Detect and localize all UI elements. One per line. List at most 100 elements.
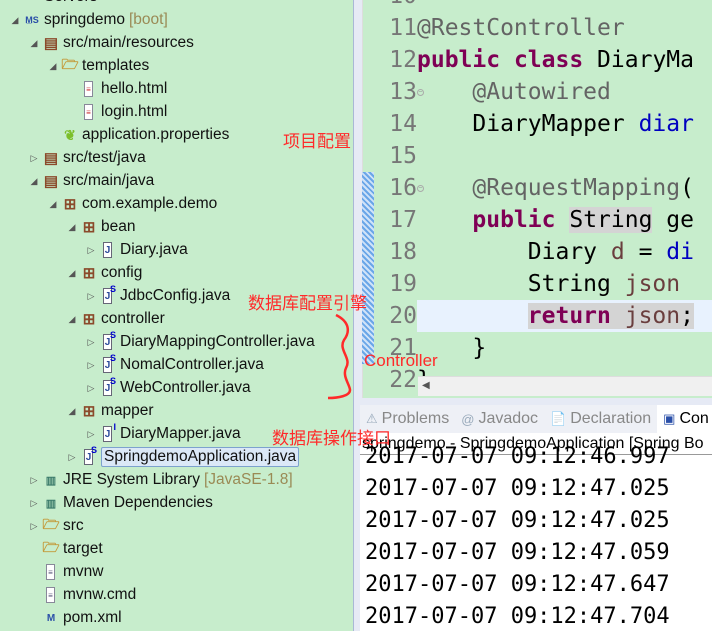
code-line[interactable]: @RestController xyxy=(417,12,625,44)
tree-item-label: DiaryMapper.java xyxy=(120,425,241,442)
tree-item[interactable]: ≡ hello.html xyxy=(66,78,167,100)
tree-item-label: templates xyxy=(82,57,150,74)
code-line[interactable]: public class DiaryMa xyxy=(417,44,694,76)
folder-icon: 🗁 xyxy=(42,539,60,555)
tree-item[interactable]: ▷ J S NomalController.java xyxy=(85,353,264,376)
tab-con[interactable]: ▣ Con xyxy=(657,405,712,433)
tree-toggle-collapsed-icon[interactable]: ▷ xyxy=(85,337,97,348)
tree-item-label: com.example.demo xyxy=(82,195,218,212)
tree-item[interactable]: ▷ J Diary.java xyxy=(85,239,188,261)
tree-item[interactable]: ▷ J S JdbcConfig.java xyxy=(85,284,231,307)
tree-item[interactable]: ▷ 🗁 src xyxy=(28,515,84,537)
spring-java-file-icon: JS xyxy=(100,376,116,396)
tree-toggle-collapsed-icon[interactable]: ▷ xyxy=(85,383,97,394)
tree-item-label: pom.xml xyxy=(63,609,122,626)
console-line: 2017-07-07 09:12:47.025 xyxy=(365,508,670,533)
line-number: 15 xyxy=(389,143,417,169)
code-editor[interactable]: 10 11@RestController12public class DiaryM… xyxy=(362,0,712,398)
line-number: 20 xyxy=(389,303,417,329)
tree-toggle-expanded-icon[interactable]: ◢ xyxy=(66,222,78,233)
tree-item[interactable]: ▷ ▤ src/test/java xyxy=(28,147,146,169)
tree-item[interactable]: ◢ ⊞ mapper xyxy=(66,400,154,422)
tree-toggle-expanded-icon[interactable]: ◢ xyxy=(47,199,59,210)
source-folder-icon: ▤ xyxy=(43,35,59,52)
tree-toggle-expanded-icon[interactable]: ◢ xyxy=(47,61,59,72)
tree-item-label: Maven Dependencies xyxy=(63,494,213,511)
tree-item[interactable]: ◢ ▤ src/main/resources xyxy=(28,32,194,54)
tree-item[interactable]: ▷ J I DiaryMapper.java xyxy=(85,422,241,445)
tree-toggle-expanded-icon[interactable]: ◢ xyxy=(28,176,40,187)
tree-toggle-expanded-icon[interactable]: ◢ xyxy=(28,38,40,49)
tree-item[interactable]: ◢ ⊞ config xyxy=(66,262,143,284)
overview-ruler-selection[interactable] xyxy=(362,172,374,364)
red-brace-mark xyxy=(327,313,352,400)
tree-item[interactable]: ◢ ⊞ controller xyxy=(66,308,165,330)
tree-item-label: WebController.java xyxy=(120,379,251,396)
tree-item[interactable]: Mpom.xml xyxy=(28,607,122,629)
tree-item-label: application.properties xyxy=(82,126,230,143)
tree-item-decoration: [boot] xyxy=(129,11,168,28)
line-number: 17 xyxy=(389,207,417,233)
view-tabs: ⚠ Problems @ Javadoc 📄 Declaration ▣ Con xyxy=(360,405,712,433)
tree-item[interactable]: ≡ mvnw xyxy=(28,561,103,583)
tree-item-label: JdbcConfig.java xyxy=(120,287,231,304)
console-icon: ▣ xyxy=(663,411,676,426)
tab-label: Javadoc xyxy=(478,410,539,427)
tree-toggle-collapsed-icon[interactable]: ▷ xyxy=(28,153,40,164)
tree-item[interactable]: ◢ ⊞ com.example.demo xyxy=(47,193,218,215)
console-line: 2017-07-07 09:12:47.647 xyxy=(365,572,670,597)
tree-item[interactable]: ▷ J S SpringdemoApplication.java xyxy=(66,445,300,468)
tree-item[interactable]: ◢ ▤ src/main/java xyxy=(28,170,155,192)
tree-toggle-expanded-icon[interactable]: ◢ xyxy=(66,406,78,417)
tree-item[interactable]: ▷ J S WebController.java xyxy=(85,376,251,399)
tree-item[interactable]: ❦ application.properties xyxy=(47,124,229,146)
spring-java-file-icon: JS xyxy=(81,445,97,465)
tree-toggle-expanded-icon[interactable]: ◢ xyxy=(66,314,78,325)
tree-item[interactable]: ◢ 🗁 templates xyxy=(47,55,150,77)
tree-item[interactable]: 🗁 target xyxy=(28,538,102,560)
tree-item[interactable]: ≡ login.html xyxy=(66,101,167,123)
tree-item-label: src/main/java xyxy=(63,172,155,189)
tab-label: Declaration xyxy=(570,410,652,427)
spring-java-file-icon: JS xyxy=(100,284,116,304)
code-line[interactable]: @RequestMapping( xyxy=(417,172,694,204)
tree-item[interactable]: ◢ M̲S springdemo [boot] xyxy=(9,9,168,31)
tab-javadoc[interactable]: @ Javadoc xyxy=(455,410,544,428)
tree-item[interactable]: ▷ ▥ JRE System Library [JavaSE-1.8] xyxy=(28,469,293,491)
tree-toggle-expanded-icon[interactable]: ◢ xyxy=(9,15,21,26)
tree-toggle-collapsed-icon[interactable]: ▷ xyxy=(85,360,97,371)
tree-toggle-collapsed-icon[interactable]: ▷ xyxy=(85,291,97,302)
tab-declaration[interactable]: 📄 Declaration xyxy=(544,410,657,428)
console-line: 2017-07-07 09:12:46.997 xyxy=(365,444,670,469)
console-view: ⚠ Problems @ Javadoc 📄 Declaration ▣ Con spring… xyxy=(360,405,712,631)
servers-icon: ▬ xyxy=(24,0,40,5)
tree-toggle-expanded-icon[interactable]: ◢ xyxy=(66,268,78,279)
annotation-project-config: 项目配置 xyxy=(283,132,351,151)
tree-toggle-collapsed-icon[interactable]: ▷ xyxy=(85,429,97,440)
tree-item[interactable]: ▷ J S DiaryMappingController.java xyxy=(85,330,315,353)
tree-toggle-collapsed-icon[interactable]: ▷ xyxy=(28,498,40,509)
package-icon: ⊞ xyxy=(82,219,96,236)
tree-toggle-collapsed-icon[interactable]: ▷ xyxy=(66,452,78,463)
code-line[interactable]: @Autowired xyxy=(417,76,610,108)
tree-toggle-collapsed-icon[interactable]: ▷ xyxy=(28,521,40,532)
code-line[interactable]: Diary d = di xyxy=(417,236,694,268)
code-line[interactable]: DiaryMapper diar xyxy=(417,108,694,140)
code-line[interactable]: return json; xyxy=(417,300,694,332)
tree-item[interactable]: ▷ ▥ Maven Dependencies xyxy=(28,492,213,514)
line-number: 13 xyxy=(389,79,417,105)
console-line: 2017-07-07 09:12:47.704 xyxy=(365,604,670,629)
interface-file-icon: JI xyxy=(100,422,116,442)
tree-toggle-collapsed-icon[interactable]: ▷ xyxy=(85,245,97,256)
tree-item[interactable]: ▬ Servers xyxy=(9,0,98,8)
spring-java-file-icon: JS xyxy=(100,353,116,373)
tree-item[interactable]: ≡ mvnw.cmd xyxy=(28,584,136,606)
code-line[interactable]: public String ge xyxy=(417,204,694,236)
tree-toggle-collapsed-icon[interactable]: ▷ xyxy=(28,475,40,486)
line-number: 10 xyxy=(375,0,417,12)
horizontal-scrollbar[interactable]: ◀ xyxy=(418,376,712,396)
tree-item[interactable]: ◢ ⊞ bean xyxy=(66,216,136,238)
code-line[interactable]: String json xyxy=(417,268,680,300)
tree-item-label: bean xyxy=(101,218,136,235)
html-file-icon: ≡ xyxy=(81,81,97,97)
